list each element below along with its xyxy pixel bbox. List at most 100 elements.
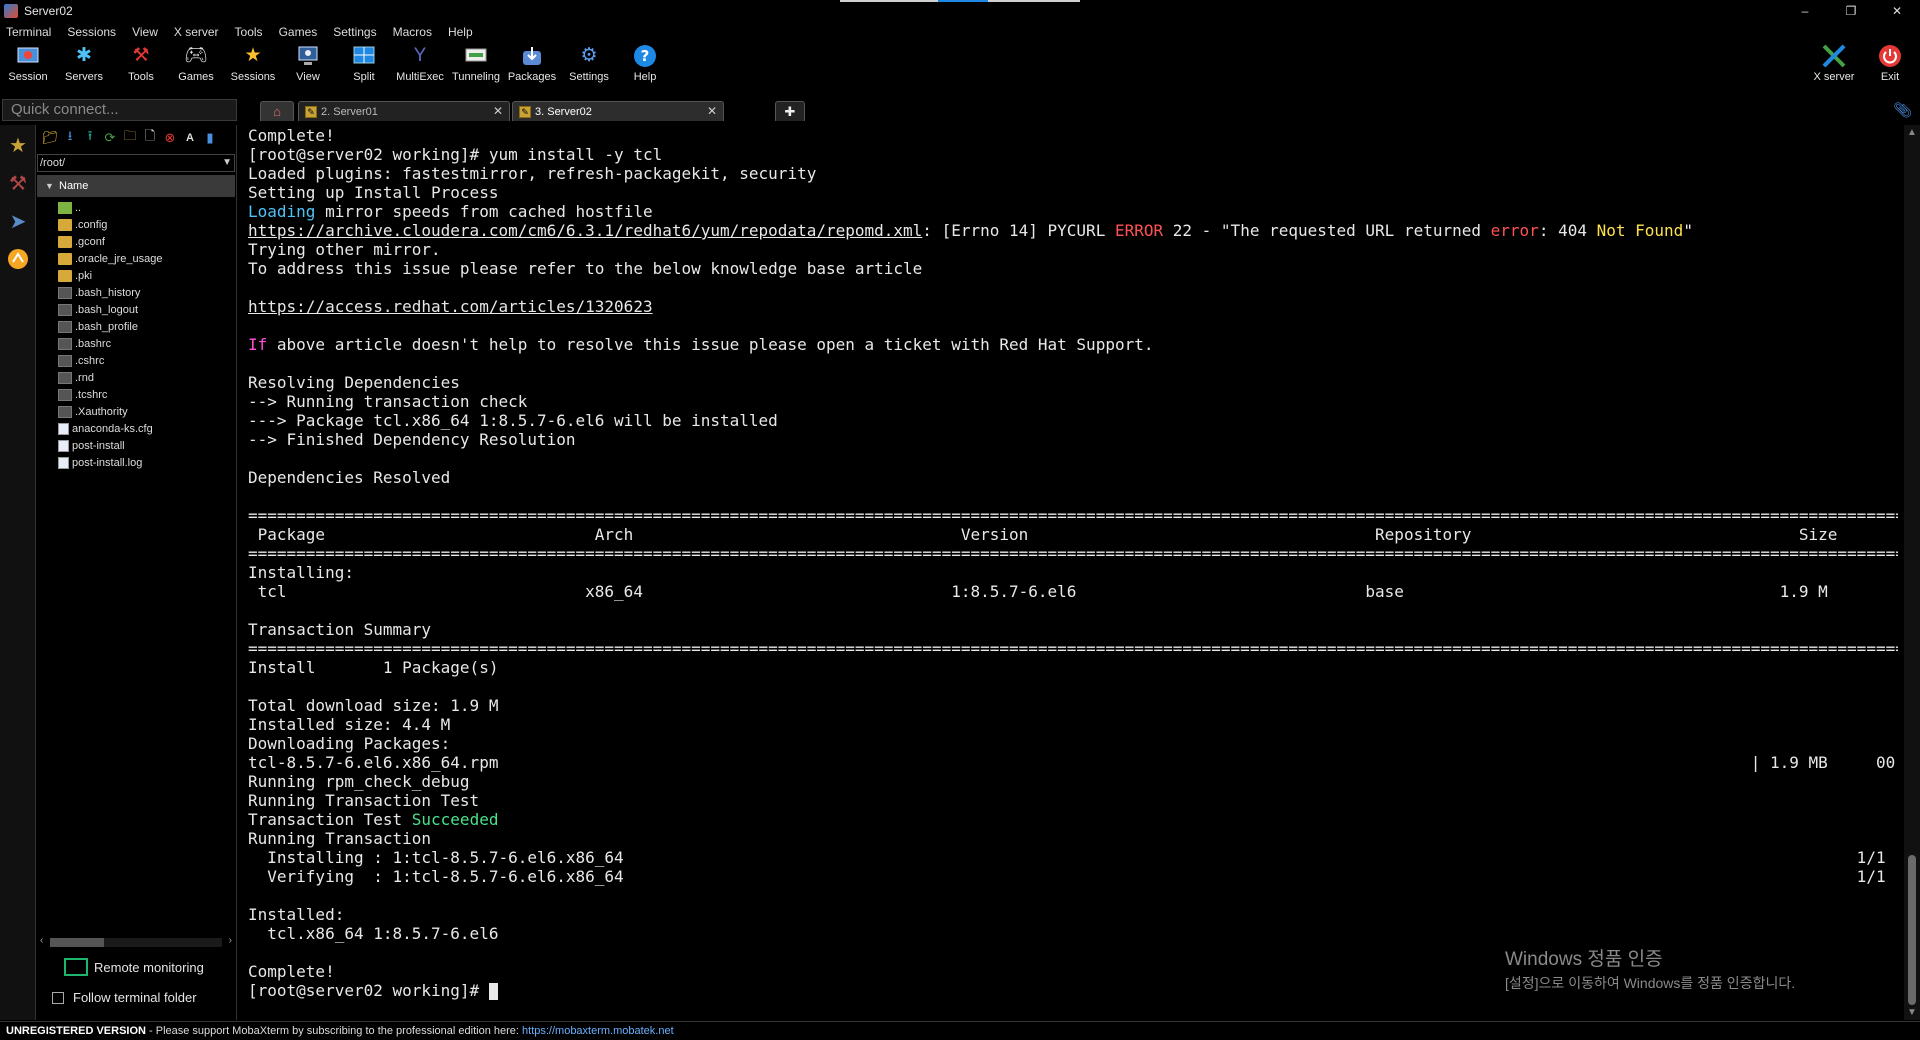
file-list-item[interactable]: .pki <box>58 267 233 284</box>
delete-icon[interactable]: ⊗ <box>162 130 178 146</box>
games-button[interactable]: 🎮︎ Games <box>168 44 224 90</box>
minimize-button[interactable]: – <box>1782 0 1828 22</box>
terminal-output[interactable]: Complete! [root@server02 working]# yum in… <box>240 125 1904 1020</box>
file-list-item[interactable]: .Xauthority <box>58 403 233 420</box>
menu-view[interactable]: View <box>132 25 158 39</box>
plus-icon: ✚ <box>784 103 796 119</box>
x-server-button[interactable]: X server <box>1806 44 1862 90</box>
menu-bar: Terminal Sessions View X server Tools Ga… <box>0 22 1920 42</box>
tab-server01[interactable]: ✎ 2. Server01 ✕ <box>298 101 510 121</box>
scroll-down-icon[interactable]: ▼ <box>1907 1007 1917 1018</box>
send-icon[interactable]: ➤ <box>3 203 33 239</box>
scroll-right-icon[interactable]: › <box>229 935 232 946</box>
tab-server02[interactable]: ✎ 3. Server02 ✕ <box>512 101 724 121</box>
menu-tools[interactable]: Tools <box>235 25 263 39</box>
file-name: .bash_logout <box>75 303 138 316</box>
file-list-item[interactable]: .rnd <box>58 369 233 386</box>
multiexec-button[interactable]: Y MultiExec <box>392 44 448 90</box>
file-list-item[interactable]: .bash_logout <box>58 301 233 318</box>
folder-up-icon[interactable]: 📁︎ <box>42 130 59 146</box>
checkbox[interactable] <box>52 991 64 1004</box>
file-list-item[interactable]: .cshrc <box>58 352 233 369</box>
sort-arrow-icon: ▼ <box>45 181 54 191</box>
file-list-item[interactable]: .. <box>58 199 233 216</box>
support-link[interactable]: https://mobaxterm.mobatek.net <box>522 1025 674 1037</box>
tools-button[interactable]: ⚒ Tools <box>113 44 169 90</box>
packages-button[interactable]: Packages <box>504 44 560 90</box>
menu-x-server[interactable]: X server <box>174 25 219 39</box>
new-tab-button[interactable]: ✚ <box>775 101 805 121</box>
terminal-link[interactable]: https://archive.cloudera.com/cm6/6.3.1/r… <box>248 221 922 240</box>
file-name: .pki <box>75 269 93 282</box>
terminal-scrollbar[interactable]: ▲ ▼ <box>1904 125 1920 1020</box>
help-button[interactable]: ? Help <box>617 44 673 90</box>
terminal-line: To address this issue please refer to th… <box>248 259 1898 278</box>
tab-close-icon[interactable]: ✕ <box>493 104 503 118</box>
new-file-icon[interactable]: 🗋 <box>142 128 158 146</box>
terminal-link[interactable]: https://access.redhat.com/articles/13206… <box>248 297 653 316</box>
terminal-line: Dependencies Resolved <box>248 468 1898 487</box>
menu-settings[interactable]: Settings <box>333 25 376 39</box>
sftp-globe-icon[interactable] <box>3 241 33 277</box>
menu-terminal[interactable]: Terminal <box>6 25 51 39</box>
file-list-item[interactable]: .bash_history <box>58 284 233 301</box>
tab-home[interactable]: ⌂ <box>260 101 294 121</box>
file-list-item[interactable]: .gconf <box>58 233 233 250</box>
terminal-line: Transaction Summary <box>248 620 1898 639</box>
file-list-item[interactable]: .oracle_jre_usage <box>58 250 233 267</box>
file-list-item[interactable]: post-install.log <box>58 454 233 471</box>
file-name: post-install <box>72 439 125 452</box>
close-window-button[interactable]: ✕ <box>1874 0 1920 22</box>
properties-icon[interactable]: ▮ <box>202 130 218 146</box>
scroll-thumb[interactable] <box>50 938 104 947</box>
restore-button[interactable]: ❐ <box>1828 0 1874 22</box>
column-header-name[interactable]: ▼ Name <box>37 175 235 197</box>
support-message: - Please support MobaXterm by subscribin… <box>145 1025 523 1037</box>
upload-icon[interactable]: ⭱ <box>82 128 98 146</box>
quick-connect-input[interactable]: Quick connect... <box>2 99 237 121</box>
chevron-down-icon[interactable]: ▼ <box>222 155 232 171</box>
split-button[interactable]: Split <box>336 44 392 90</box>
refresh-icon[interactable]: ⟳ <box>102 130 118 146</box>
settings-button[interactable]: ⚙ Settings <box>561 44 617 90</box>
scroll-thumb[interactable] <box>1908 855 1916 1005</box>
menu-games[interactable]: Games <box>279 25 318 39</box>
sessions-star-icon[interactable]: ★ <box>3 127 33 163</box>
tab-close-icon[interactable]: ✕ <box>707 104 717 118</box>
menu-help[interactable]: Help <box>448 25 473 39</box>
scroll-up-icon[interactable]: ▲ <box>1907 127 1917 138</box>
file-icon <box>58 405 72 418</box>
sessions-button[interactable]: ★ Sessions <box>225 44 281 90</box>
session-button[interactable]: Session <box>0 44 56 90</box>
tunneling-button[interactable]: Tunneling <box>448 44 504 90</box>
servers-button[interactable]: ✱ Servers <box>56 44 112 90</box>
path-input[interactable]: /root/ ▼ <box>37 154 235 172</box>
file-list-item[interactable]: .bashrc <box>58 335 233 352</box>
tab-label: 3. Server02 <box>535 105 592 118</box>
file-list-item[interactable]: post-install <box>58 437 233 454</box>
terminal-text: To address this issue please refer to th… <box>248 259 923 278</box>
menu-sessions[interactable]: Sessions <box>67 25 116 39</box>
window-title: Server02 <box>24 4 73 18</box>
paperclip-icon[interactable]: 📎︎ <box>1893 101 1912 119</box>
scroll-left-icon[interactable]: ‹ <box>40 935 43 946</box>
view-button[interactable]: View <box>280 44 336 90</box>
file-list-item[interactable]: anaconda-ks.cfg <box>58 420 233 437</box>
menu-macros[interactable]: Macros <box>393 25 432 39</box>
new-folder-icon[interactable]: 🗀 <box>122 128 138 146</box>
download-icon[interactable]: ⭳ <box>62 128 78 146</box>
remote-monitoring-button[interactable]: Remote monitoring <box>64 958 204 976</box>
windows-activation-watermark: Windows 정품 인증 [설정]으로 이동하여 Windows를 정품 인증… <box>1505 949 1796 991</box>
file-list-item[interactable]: .bash_profile <box>58 318 233 335</box>
rename-icon[interactable]: A <box>182 130 198 146</box>
tools-side-icon[interactable]: ⚒ <box>3 165 33 201</box>
horizontal-scrollbar[interactable]: ‹ › <box>38 935 234 949</box>
file-list-item[interactable]: .tcshrc <box>58 386 233 403</box>
file-list-item[interactable]: .config <box>58 216 233 233</box>
terminal-line: Installing: <box>248 563 1898 582</box>
terminal-line: Running Transaction Test <box>248 791 1898 810</box>
follow-terminal-folder-checkbox[interactable]: Follow terminal folder <box>52 990 197 1005</box>
exit-button[interactable]: Exit <box>1862 44 1918 90</box>
